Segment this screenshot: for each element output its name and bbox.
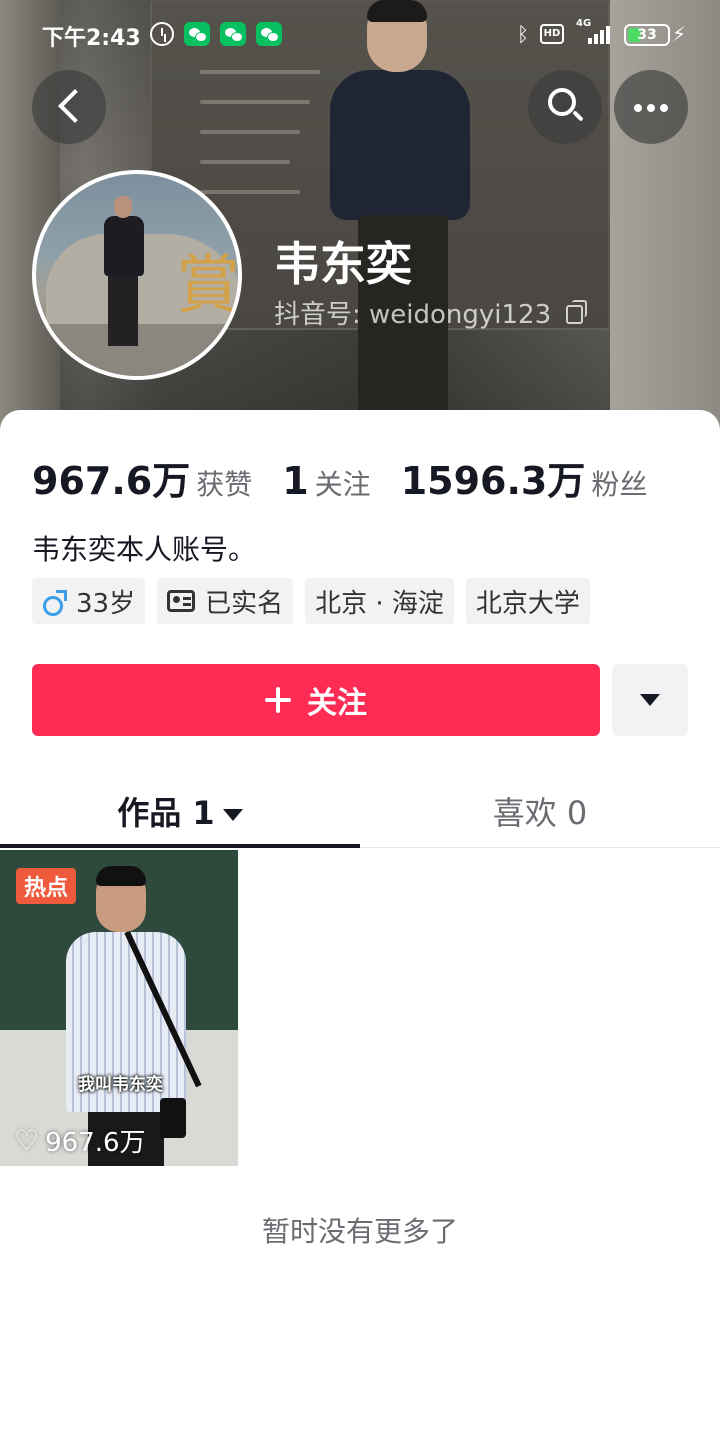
wechat-icon [256,22,282,46]
hot-badge: 热点 [16,868,77,904]
bluetooth-icon: ᛒ [517,22,529,46]
stat-following-count[interactable]: 1 [282,459,308,503]
wechat-icon [220,22,246,46]
recommend-dropdown-button[interactable] [612,664,688,736]
avatar[interactable]: 賞 [32,170,242,380]
verified-text: 已实名 [205,588,284,619]
school-tag[interactable]: 北京大学 [465,578,590,624]
profile-name: 韦东奕 [274,237,412,291]
no-more-text: 暂时没有更多了 [261,1215,458,1248]
plus-icon [265,687,291,713]
stat-following-label: 关注 [314,468,371,501]
signal-icon [574,22,614,46]
plaque-text-line [200,100,310,104]
search-button[interactable] [528,70,602,144]
stat-likes-label: 获赞 [196,468,253,501]
profile-tags: 33岁 已实名 北京 · 海淀 北京大学 [32,578,590,624]
profile-stats: 967.6万 获赞 1 关注 1596.3万 粉丝 [32,450,677,503]
location-text: 北京 · 海淀 [315,588,444,619]
plaque-text-line [200,190,300,194]
stat-followers-count[interactable]: 1596.3万 [401,459,586,503]
tab-indicator [0,844,360,848]
follow-button[interactable]: 关注 [32,664,600,736]
wechat-icon [184,22,210,46]
profile-bio: 韦东奕本人账号。 [32,533,257,566]
douyin-id: 抖音号: weidongyi123 [274,300,552,330]
search-icon [548,88,576,116]
age-tag: 33岁 [32,578,146,624]
profile-card: 967.6万 获赞 1 关注 1596.3万 粉丝 韦东奕本人账号。 33岁 已实名 北京… [0,410,720,1440]
verified-tag[interactable]: 已实名 [157,578,294,624]
battery-text: 33 [637,27,657,43]
status-time: 下午2:43 [42,26,141,51]
plaque-text-line [200,130,300,134]
video-likes-count: 967.6万 [45,1128,146,1158]
back-button[interactable] [32,70,106,144]
tab-works[interactable]: 作品 1 [0,788,360,834]
caret-down-icon [222,809,243,821]
status-bar: 下午2:43 ᛒ HD 4G 33 ⚡ [0,0,720,70]
copy-icon[interactable] [566,300,587,324]
heart-icon: ♡ [14,1123,40,1157]
video-likes: ♡ 967.6万 [14,1122,146,1159]
more-button[interactable] [614,70,688,144]
alarm-icon [150,22,174,46]
tab-likes[interactable]: 喜欢 0 [360,788,720,834]
age-text: 33岁 [76,588,136,619]
video-caption: 我叫韦东奕 [78,1075,163,1095]
follow-label: 关注 [307,686,367,721]
male-icon [42,588,68,616]
stat-followers-label: 粉丝 [591,468,648,501]
school-text: 北京大学 [475,588,580,619]
hd-icon: HD [540,24,564,44]
battery-icon: 33 [624,24,670,46]
plaque-text-line [200,160,290,164]
video-thumbnail[interactable]: 热点 我叫韦东奕 ♡ 967.6万 [0,850,238,1166]
tab-likes-label: 喜欢 0 [492,794,588,832]
content-tabs: 作品 1 喜欢 0 [0,770,720,848]
stat-likes-count[interactable]: 967.6万 [32,459,190,503]
id-card-icon [167,590,196,612]
more-horizontal-icon [634,104,642,112]
location-tag[interactable]: 北京 · 海淀 [305,578,454,624]
plaque-text-line [200,70,320,74]
tab-works-label: 作品 1 [117,794,215,832]
charging-icon: ⚡ [672,22,687,46]
